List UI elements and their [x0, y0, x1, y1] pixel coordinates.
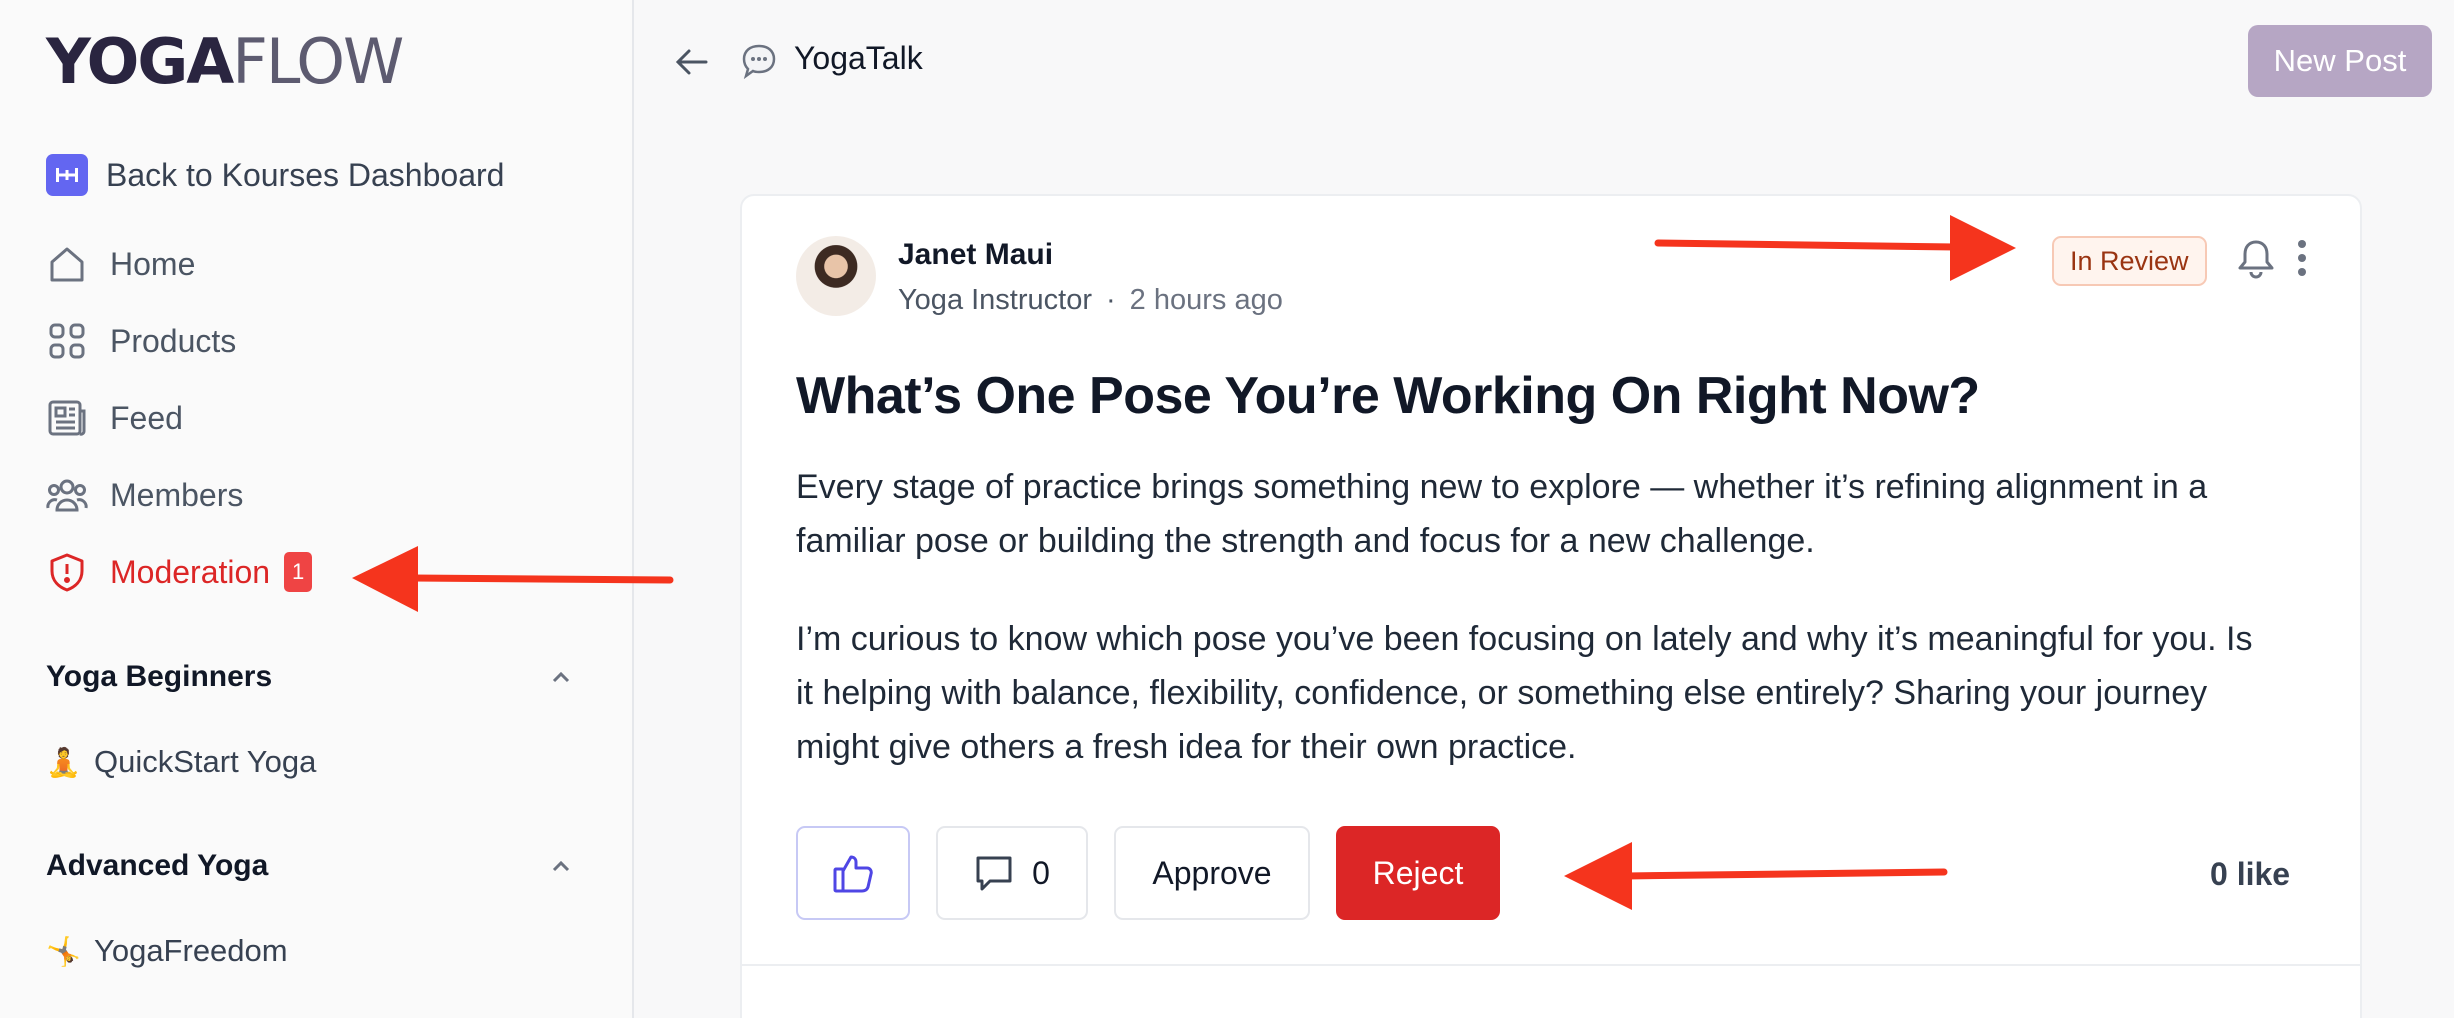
comment-count: 0	[1032, 854, 1050, 891]
post-card: Janet Maui Yoga Instructor · 2 hours ago…	[740, 194, 2362, 1018]
post-body: Every stage of practice brings something…	[796, 460, 2276, 774]
section-advanced-yoga[interactable]: Advanced Yoga	[46, 844, 576, 888]
post-paragraph: I’m curious to know which pose you’ve be…	[796, 620, 2253, 766]
meditation-emoji-icon: 🧘	[46, 746, 81, 778]
status-badge: In Review	[2052, 236, 2207, 286]
sidebar: YOGA FLOW Back to Kourses Dashboard Home …	[0, 0, 634, 1018]
shield-icon	[46, 551, 88, 593]
sidebar-item-label: Moderation	[110, 553, 271, 590]
post-actions: 0 Approve Reject	[796, 826, 1500, 920]
reject-button[interactable]: Reject	[1336, 826, 1500, 920]
page-title: YogaTalk	[794, 40, 923, 76]
meta-separator: ·	[1106, 284, 1116, 316]
cartwheel-emoji-icon: 🤸	[46, 935, 81, 967]
sidebar-item-products[interactable]: Products	[46, 316, 236, 366]
home-icon	[46, 243, 88, 285]
sidebar-item-label: Feed	[110, 399, 183, 436]
sidebar-item-label: Home	[110, 245, 196, 282]
sidebar-item-feed[interactable]: Feed	[46, 393, 183, 443]
chevron-up-icon[interactable]	[546, 662, 576, 692]
post-title: What’s One Pose You’re Working On Right …	[796, 367, 1980, 425]
space-item-label: YogaFreedom	[94, 933, 288, 968]
avatar[interactable]	[796, 236, 876, 316]
space-item-label: QuickStart Yoga	[94, 744, 317, 779]
divider	[742, 964, 2360, 966]
author-name[interactable]: Janet Maui	[898, 238, 1053, 272]
back-arrow-icon[interactable]	[672, 42, 712, 82]
approve-button[interactable]: Approve	[1114, 826, 1310, 920]
dashboard-icon	[46, 154, 88, 196]
section-title: Advanced Yoga	[46, 849, 269, 882]
sidebar-item-members[interactable]: Members	[46, 470, 243, 520]
section-yoga-beginners[interactable]: Yoga Beginners	[46, 655, 576, 699]
back-to-dashboard-link[interactable]: Back to Kourses Dashboard	[46, 152, 504, 198]
comments-button[interactable]: 0	[936, 826, 1088, 920]
users-icon	[46, 474, 88, 516]
logo-light: FLOW	[232, 24, 404, 98]
like-count: 0 like	[2210, 856, 2291, 892]
space-item-yogafreedom[interactable]: 🤸 YogaFreedom	[46, 929, 288, 973]
post-paragraph: Every stage of practice brings something…	[796, 468, 2208, 560]
sidebar-item-label: Products	[110, 322, 237, 359]
section-title: Yoga Beginners	[46, 660, 273, 693]
yogaflow-logo[interactable]: YOGA FLOW	[46, 24, 404, 98]
chat-bubble-icon	[740, 42, 778, 80]
space-item-quickstart-yoga[interactable]: 🧘 QuickStart Yoga	[46, 740, 316, 784]
new-post-button[interactable]: New Post	[2248, 25, 2432, 97]
author-meta: Yoga Instructor · 2 hours ago	[898, 284, 1283, 317]
more-options-icon[interactable]	[2294, 236, 2310, 280]
grid-icon	[46, 320, 88, 362]
sidebar-item-label: Members	[110, 476, 244, 513]
moderation-count-badge: 1	[284, 552, 313, 592]
annotation-arrow-status	[1654, 215, 2016, 281]
newspaper-icon	[46, 397, 88, 439]
comment-icon	[976, 856, 1012, 891]
author-role: Yoga Instructor	[898, 284, 1092, 316]
annotation-arrow-reject	[1564, 842, 1948, 910]
bell-icon[interactable]	[2234, 236, 2278, 280]
thumbs-up-icon	[833, 855, 873, 893]
like-button[interactable]	[796, 826, 910, 920]
back-link-label: Back to Kourses Dashboard	[106, 156, 505, 193]
post-timestamp: 2 hours ago	[1129, 284, 1283, 316]
sidebar-item-moderation[interactable]: Moderation 1	[46, 547, 313, 597]
sidebar-item-home[interactable]: Home	[46, 239, 195, 289]
annotation-arrow-moderation	[352, 546, 674, 612]
chevron-up-icon[interactable]	[546, 851, 576, 881]
logo-bold: YOGA	[46, 24, 234, 98]
